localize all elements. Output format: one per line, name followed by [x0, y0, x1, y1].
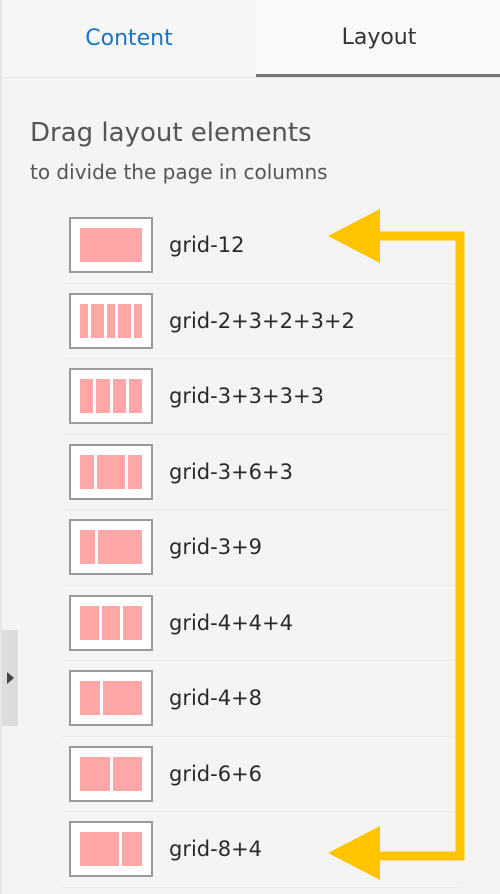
layout-column — [80, 379, 94, 414]
panel-subheading: to divide the page in columns — [30, 160, 328, 184]
layout-panel: Content Layout Drag layout elements to d… — [0, 0, 500, 894]
layout-item-label: grid-6+6 — [169, 761, 263, 786]
tab-bar: Content Layout — [2, 0, 500, 78]
layout-item[interactable]: grid-2+3+2+3+2 — [62, 284, 462, 359]
layout-columns — [80, 832, 142, 867]
layout-column — [80, 454, 94, 489]
layout-item[interactable]: grid-8+4 — [62, 812, 462, 888]
layout-column — [80, 228, 142, 263]
layout-column — [106, 303, 116, 338]
layout-column — [80, 681, 100, 716]
layout-column — [80, 832, 120, 867]
layout-item-label: grid-2+3+2+3+2 — [169, 308, 355, 333]
layout-column — [102, 681, 142, 716]
layout-item-label: grid-4+4+4 — [169, 610, 293, 635]
layout-thumbnail — [69, 368, 153, 425]
layout-item-label: grid-3+3+3+3 — [169, 384, 324, 409]
layout-thumbnail — [69, 594, 153, 651]
layout-thumbnail — [69, 670, 153, 727]
layout-elements-list: grid-12 grid-2+3+2+3+2 grid-3+3+3+3 grid-3+… — [62, 208, 462, 888]
caret-right-icon — [6, 672, 14, 684]
layout-columns — [80, 681, 142, 716]
tab-layout[interactable]: Layout — [256, 0, 500, 77]
layout-column — [80, 605, 99, 640]
collapse-handle[interactable] — [2, 630, 18, 726]
layout-item-label: grid-3+9 — [169, 535, 263, 560]
layout-column — [123, 605, 143, 640]
layout-item-label: grid-12 — [169, 233, 245, 258]
layout-columns — [80, 379, 142, 414]
layout-item[interactable]: grid-3+6+3 — [62, 435, 462, 510]
tab-content[interactable]: Content — [2, 0, 256, 77]
layout-column — [128, 379, 142, 414]
layout-item[interactable]: grid-12 — [62, 208, 462, 284]
layout-item[interactable]: grid-3+3+3+3 — [62, 359, 462, 435]
layout-column — [91, 303, 104, 338]
layout-item[interactable]: grid-3+9 — [62, 510, 462, 586]
layout-column — [96, 379, 110, 414]
layout-column — [80, 303, 89, 338]
layout-thumbnail — [69, 217, 153, 274]
layout-columns — [80, 228, 142, 263]
layout-column — [97, 530, 142, 565]
layout-column — [133, 303, 142, 338]
layout-thumbnail — [69, 519, 153, 576]
layout-item-label: grid-8+4 — [169, 837, 263, 862]
layout-thumbnail — [69, 443, 153, 500]
layout-column — [80, 756, 110, 791]
layout-column — [101, 605, 121, 640]
panel-heading: Drag layout elements — [30, 118, 312, 148]
layout-columns — [80, 530, 142, 565]
layout-column — [112, 756, 142, 791]
layout-columns — [80, 454, 142, 489]
layout-column — [80, 530, 95, 565]
layout-thumbnail — [69, 292, 153, 349]
layout-column — [128, 454, 142, 489]
layout-thumbnail — [69, 745, 153, 802]
layout-item[interactable]: grid-6+6 — [62, 737, 462, 812]
layout-column — [118, 303, 131, 338]
layout-columns — [80, 303, 142, 338]
layout-columns — [80, 756, 142, 791]
layout-item-label: grid-3+6+3 — [169, 459, 293, 484]
layout-column — [122, 832, 142, 867]
layout-column — [112, 379, 126, 414]
layout-thumbnail — [69, 821, 153, 878]
layout-item[interactable]: grid-4+4+4 — [62, 586, 462, 661]
layout-columns — [80, 605, 143, 640]
layout-item[interactable]: grid-4+8 — [62, 661, 462, 737]
layout-column — [97, 454, 125, 489]
layout-item-label: grid-4+8 — [169, 686, 263, 711]
